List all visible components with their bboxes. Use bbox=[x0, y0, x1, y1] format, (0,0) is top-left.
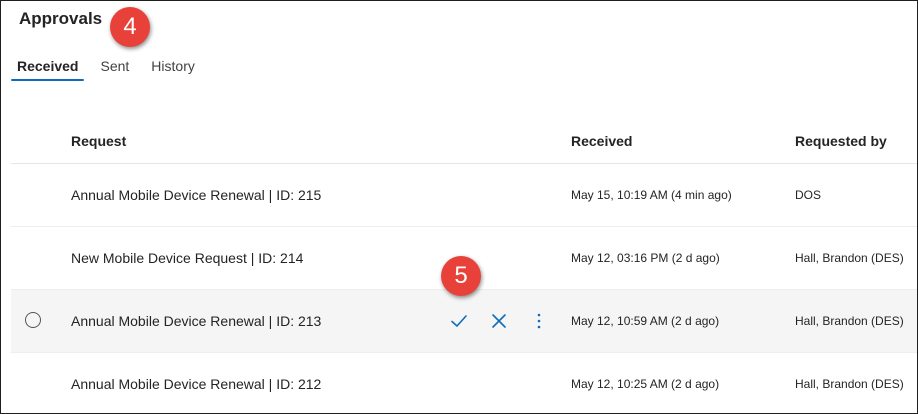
tab-sent[interactable]: Sent bbox=[94, 53, 135, 79]
received-cell: May 12, 10:59 AM (2 d ago) bbox=[571, 314, 720, 328]
requested-by-cell: Hall, Brandon (DES) bbox=[795, 377, 904, 391]
column-header-received[interactable]: Received bbox=[571, 133, 632, 149]
requested-by-cell: DOS bbox=[795, 188, 822, 202]
reject-button[interactable] bbox=[489, 311, 509, 331]
column-header-requested-by[interactable]: Requested by bbox=[795, 133, 887, 149]
table-header: Request Received Requested by bbox=[11, 119, 917, 164]
request-cell[interactable]: Annual Mobile Device Renewal | ID: 212 bbox=[71, 353, 321, 413]
approvals-panel: Approvals 4 Received Sent History Reques… bbox=[0, 0, 918, 414]
request-cell[interactable]: New Mobile Device Request | ID: 214 bbox=[71, 227, 303, 289]
page-title: Approvals bbox=[19, 9, 103, 28]
request-cell[interactable]: Annual Mobile Device Renewal | ID: 213 bbox=[71, 290, 321, 352]
received-cell: May 12, 03:16 PM (2 d ago) bbox=[571, 251, 720, 265]
step-badge-4: 4 bbox=[110, 7, 150, 47]
table-row-hovered[interactable]: Annual Mobile Device Renewal | ID: 213 M… bbox=[11, 290, 917, 353]
tab-bar: Received Sent History bbox=[11, 53, 211, 83]
more-vertical-icon bbox=[537, 313, 541, 329]
tab-history[interactable]: History bbox=[145, 53, 201, 79]
requested-by-cell: Hall, Brandon (DES) bbox=[795, 251, 904, 265]
more-options-button[interactable] bbox=[529, 311, 549, 331]
checkmark-icon bbox=[451, 315, 467, 327]
request-cell[interactable]: Annual Mobile Device Renewal | ID: 215 bbox=[71, 164, 321, 226]
column-header-request[interactable]: Request bbox=[71, 133, 126, 149]
approve-button[interactable] bbox=[449, 311, 469, 331]
table-row[interactable]: Annual Mobile Device Renewal | ID: 215 M… bbox=[11, 164, 917, 227]
requested-by-cell: Hall, Brandon (DES) bbox=[795, 314, 904, 328]
close-icon bbox=[492, 314, 506, 328]
table-row[interactable]: Annual Mobile Device Renewal | ID: 212 M… bbox=[11, 353, 917, 413]
received-cell: May 15, 10:19 AM (4 min ago) bbox=[571, 188, 732, 202]
tab-received[interactable]: Received bbox=[11, 53, 85, 81]
step-badge-5: 5 bbox=[441, 256, 481, 296]
row-select-radio[interactable] bbox=[25, 312, 41, 328]
received-cell: May 12, 10:25 AM (2 d ago) bbox=[571, 377, 720, 391]
